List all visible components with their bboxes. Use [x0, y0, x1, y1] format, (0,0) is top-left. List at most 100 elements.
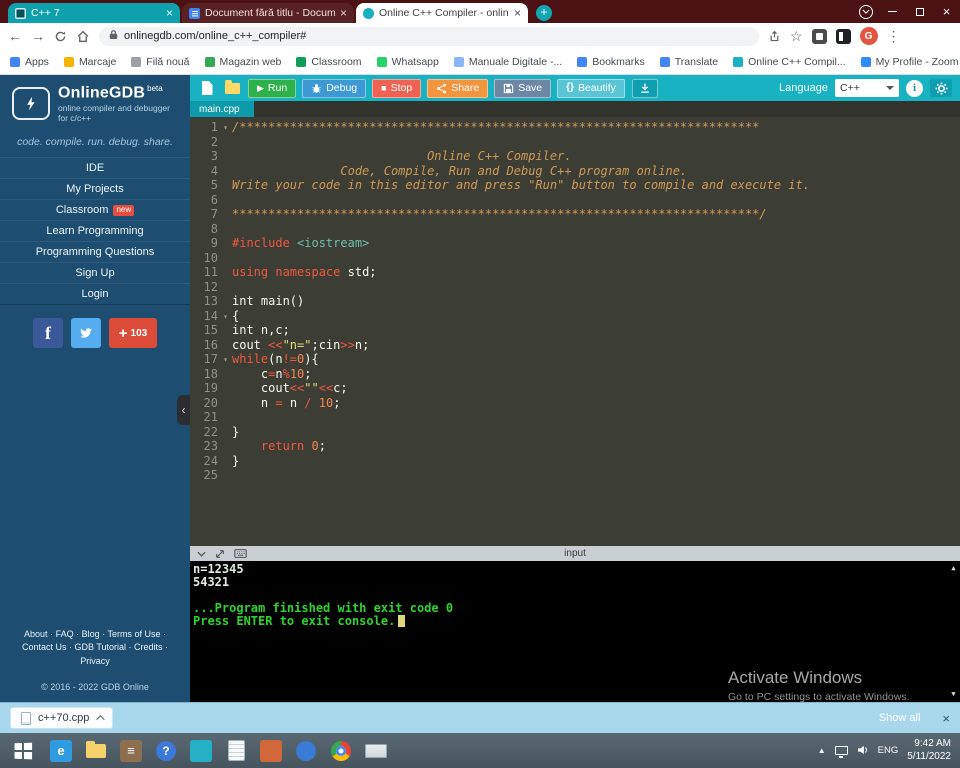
beautify-button[interactable]: {} Beautify	[557, 78, 625, 98]
bookmark-item-apps[interactable]: Apps	[10, 56, 49, 68]
fold-arrow-icon[interactable]: ▾	[223, 353, 228, 368]
show-all-button[interactable]: Show all	[879, 712, 921, 724]
taskbar-icon-web-browser[interactable]	[291, 736, 321, 766]
bookmark-item-fil-nou[interactable]: Filă nouă	[131, 56, 190, 68]
home-icon[interactable]	[76, 30, 90, 43]
taskbar-icon-file-explorer[interactable]	[81, 736, 111, 766]
input-language[interactable]: ENG	[878, 745, 899, 756]
browser-profile-chevron-ic[interactable]	[852, 0, 879, 23]
taskbar-icon-store[interactable]	[186, 736, 216, 766]
bookmark-item-marcaje[interactable]: Marcaje	[63, 56, 116, 68]
console-scrollbar[interactable]: ▲ ▼	[948, 562, 959, 701]
taskbar-icon-paint[interactable]	[256, 736, 286, 766]
taskbar-icon-help[interactable]: ?	[151, 736, 181, 766]
address-bar[interactable]: onlinegdb.com/online_c++_compiler#	[99, 26, 759, 46]
brand[interactable]: OnlineGDB beta online compiler and debugg…	[0, 75, 190, 128]
settings-gear-button[interactable]	[930, 79, 952, 97]
code-editor[interactable]: 1 ▾ 2 3 4 5 6 7 8 9 10 11 12 13 14 ▾ 15 16 17 ▾ 18 19 20 21 22 23…	[190, 117, 960, 546]
save-button[interactable]: Save	[494, 78, 552, 98]
share-page-icon[interactable]	[768, 30, 781, 43]
sidebar-item-learn-programming[interactable]: Learn Programming	[0, 220, 190, 243]
footer-link-about[interactable]: About	[24, 629, 48, 639]
taskbar-clock[interactable]: 9:42 AM 5/11/2022	[907, 738, 951, 763]
sidebar-item-classroom[interactable]: Classroom new	[0, 199, 190, 222]
footer-link-privacy[interactable]: Privacy	[80, 656, 110, 666]
bookmark-star-icon[interactable]: ☆	[790, 28, 803, 45]
scroll-up-icon[interactable]: ▲	[951, 562, 955, 575]
maximize-button[interactable]	[906, 0, 933, 23]
sidebar-item-login[interactable]: Login	[0, 283, 190, 306]
bookmark-item-classroom[interactable]: Classroom	[296, 56, 362, 68]
tab-close-icon[interactable]: ×	[514, 7, 521, 19]
profile-avatar[interactable]: G	[859, 27, 878, 45]
stop-button[interactable]: ■ Stop	[372, 78, 422, 98]
new-file-icon[interactable]	[198, 81, 216, 95]
line-number: 17 ▾	[203, 352, 228, 368]
resize-console-icon[interactable]	[215, 549, 225, 559]
code-area[interactable]: / ***************************************…	[228, 117, 960, 546]
browser-tab-document-f-r-titlu-documente[interactable]: Document fără titlu - Documente ×	[182, 3, 354, 23]
footer-link-faq[interactable]: FAQ	[56, 629, 74, 639]
scroll-down-icon[interactable]: ▼	[951, 688, 955, 701]
sidebar-collapse-handle[interactable]: ‹	[177, 395, 190, 425]
network-icon[interactable]	[834, 746, 848, 758]
bookmark-item-my-profile-zoom[interactable]: My Profile - Zoom	[860, 56, 958, 68]
minimize-button[interactable]	[879, 0, 906, 23]
taskbar-icon-internet-explorer[interactable]: e	[46, 736, 76, 766]
twitter-button[interactable]	[71, 318, 101, 349]
sidebar-item-my-projects[interactable]: My Projects	[0, 178, 190, 201]
footer-link-contact-us[interactable]: Contact Us	[22, 642, 67, 652]
close-downloads-bar-icon[interactable]: ×	[942, 711, 950, 726]
forward-icon[interactable]: →	[31, 28, 45, 44]
run-button[interactable]: ▶ Run	[248, 78, 297, 98]
share-count-button[interactable]: +103	[109, 318, 157, 349]
bookmark-item-whatsapp[interactable]: Whatsapp	[376, 56, 439, 68]
footer-link-credits[interactable]: Credits	[134, 642, 163, 652]
download-code-button[interactable]	[631, 78, 658, 98]
taskbar-icon-touch-keyboard[interactable]	[361, 736, 391, 766]
taskbar-icon-file-cabinet[interactable]: ≡	[116, 736, 146, 766]
hidden-icons-arrow[interactable]: ▲	[818, 746, 826, 755]
bookmark-item-magazin-web[interactable]: Magazin web	[204, 56, 281, 68]
tab-close-icon[interactable]: ×	[166, 7, 173, 19]
language-select[interactable]: C++	[835, 79, 899, 97]
download-item[interactable]: c++70.cpp	[10, 707, 114, 729]
browser-tab-online-c-compiler-online-ed[interactable]: Online C++ Compiler - online ed ×	[356, 3, 528, 23]
fold-arrow-icon[interactable]: ▾	[223, 121, 228, 136]
taskbar-icon-notepad[interactable]	[221, 736, 251, 766]
menu-dots-icon[interactable]: ⋮	[887, 28, 901, 45]
editor-tab-main-cpp[interactable]: main.cpp	[190, 101, 254, 117]
bookmark-item-manuale-digitale[interactable]: Manuale Digitale -...	[453, 56, 562, 68]
collapse-console-icon[interactable]	[197, 551, 206, 557]
footer-link-blog[interactable]: Blog	[82, 629, 100, 639]
bookmark-item-online-c-compil[interactable]: Online C++ Compil...	[733, 56, 846, 68]
browser-tab-c-7[interactable]: C++ 7 ×	[8, 3, 180, 23]
line-number: 19	[203, 381, 218, 395]
sidebar-item-label: Learn Programming	[46, 225, 144, 238]
bookmark-item-bookmarks[interactable]: Bookmarks	[577, 56, 645, 68]
debug-button[interactable]: Debug	[302, 78, 367, 98]
back-icon[interactable]: ←	[8, 28, 22, 44]
tab-close-icon[interactable]: ×	[340, 7, 347, 19]
share-button[interactable]: Share	[427, 78, 489, 98]
chevron-up-icon[interactable]	[96, 715, 106, 724]
sidebar-item-sign-up[interactable]: Sign Up	[0, 262, 190, 285]
fold-arrow-icon[interactable]: ▾	[223, 310, 228, 325]
new-tab-button[interactable]: +	[536, 5, 552, 21]
keyboard-icon[interactable]	[234, 549, 247, 558]
facebook-button[interactable]: f	[33, 318, 63, 349]
side-panel-icon[interactable]	[835, 28, 851, 44]
footer-link-gdb-tutorial[interactable]: GDB Tutorial	[74, 642, 126, 652]
refresh-icon[interactable]	[54, 30, 67, 43]
extensions-icon[interactable]	[811, 28, 827, 44]
start-button[interactable]	[5, 733, 41, 768]
footer-link-terms-of-use[interactable]: Terms of Use	[107, 629, 160, 639]
close-window-button[interactable]: ×	[933, 0, 960, 23]
volume-icon[interactable]	[857, 742, 869, 760]
bookmark-item-translate[interactable]: Translate	[659, 56, 718, 68]
taskbar-icon-chrome[interactable]	[326, 736, 356, 766]
sidebar-item-ide[interactable]: IDE	[0, 157, 190, 180]
sidebar-item-programming-questions[interactable]: Programming Questions	[0, 241, 190, 264]
info-button[interactable]: i	[906, 79, 923, 97]
open-file-icon[interactable]	[223, 79, 241, 94]
